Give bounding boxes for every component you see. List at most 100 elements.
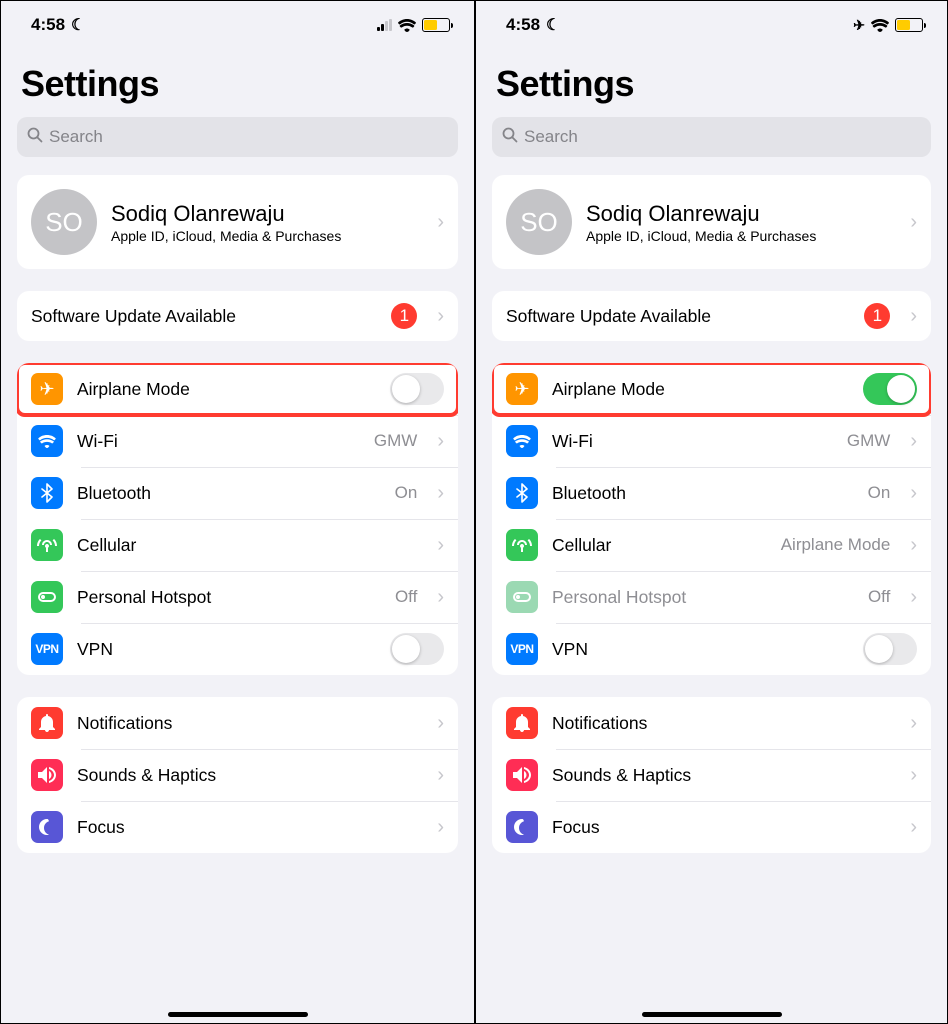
chevron-right-icon: › [910,586,917,609]
bluetooth-detail: On [868,483,891,503]
cellular-row[interactable]: Cellular Airplane Mode › [492,519,931,571]
cellular-label: Cellular [77,535,417,556]
airplane-icon: ✈ [31,373,63,405]
moon-icon [71,15,85,35]
chevron-right-icon: › [437,534,444,557]
airplane-mode-row[interactable]: ✈ Airplane Mode [17,363,458,415]
cellular-label: Cellular [552,535,767,556]
search-placeholder: Search [49,127,103,147]
wifi-detail: GMW [847,431,890,451]
bluetooth-label: Bluetooth [552,483,854,504]
chevron-right-icon: › [910,211,917,234]
chevron-right-icon: › [437,305,444,328]
battery-icon [422,18,450,32]
software-update-row[interactable]: Software Update Available 1 › [17,291,458,341]
search-input[interactable]: Search [492,117,931,157]
bluetooth-row[interactable]: Bluetooth On › [17,467,458,519]
battery-icon [895,18,923,32]
focus-label: Focus [552,817,890,838]
home-indicator[interactable] [168,1012,308,1017]
notifications-row[interactable]: Notifications › [17,697,458,749]
airplane-status-icon: ✈ [853,17,865,34]
airplane-label: Airplane Mode [552,379,849,400]
hotspot-label: Personal Hotspot [552,587,854,608]
search-icon [27,127,43,148]
search-input[interactable]: Search [17,117,458,157]
vpn-toggle[interactable] [390,633,444,665]
search-placeholder: Search [524,127,578,147]
update-badge: 1 [391,303,417,329]
airplane-toggle[interactable] [390,373,444,405]
vpn-label: VPN [77,639,376,660]
bluetooth-detail: On [395,483,418,503]
vpn-icon: VPN [506,633,538,665]
status-bar: 4:58 [1,1,474,49]
notifications-icon [506,707,538,739]
notifications-label: Notifications [77,713,417,734]
sounds-label: Sounds & Haptics [77,765,417,786]
avatar: SO [31,189,97,255]
software-update-label: Software Update Available [506,306,850,327]
wifi-icon [871,19,889,32]
focus-label: Focus [77,817,417,838]
software-update-label: Software Update Available [31,306,377,327]
focus-icon [31,811,63,843]
sounds-row[interactable]: Sounds & Haptics › [492,749,931,801]
chevron-right-icon: › [437,764,444,787]
status-bar: 4:58 ✈ [476,1,947,49]
airplane-toggle[interactable] [863,373,917,405]
chevron-right-icon: › [437,712,444,735]
notifications-icon [31,707,63,739]
notifications-row[interactable]: Notifications › [492,697,931,749]
hotspot-detail: Off [868,587,890,607]
chevron-right-icon: › [910,534,917,557]
hotspot-label: Personal Hotspot [77,587,381,608]
airplane-mode-row[interactable]: ✈ Airplane Mode [492,363,931,415]
settings-panel-right: 4:58 ✈ Settings Search SO Sodiq Olanrewa… [474,1,947,1023]
cellular-icon [506,529,538,561]
sounds-row[interactable]: Sounds & Haptics › [17,749,458,801]
hotspot-row[interactable]: Personal Hotspot Off › [17,571,458,623]
hotspot-detail: Off [395,587,417,607]
vpn-icon: VPN [31,633,63,665]
cellular-icon [31,529,63,561]
sounds-icon [31,759,63,791]
wifi-icon [398,19,416,32]
wifi-row[interactable]: Wi-Fi GMW › [492,415,931,467]
vpn-row[interactable]: VPN VPN [492,623,931,675]
chevron-right-icon: › [910,712,917,735]
home-indicator[interactable] [642,1012,782,1017]
profile-row[interactable]: SO Sodiq Olanrewaju Apple ID, iCloud, Me… [17,175,458,269]
chevron-right-icon: › [910,305,917,328]
chevron-right-icon: › [437,430,444,453]
chevron-right-icon: › [437,211,444,234]
chevron-right-icon: › [910,482,917,505]
search-icon [502,127,518,148]
chevron-right-icon: › [910,816,917,839]
moon-icon [546,15,560,35]
vpn-toggle[interactable] [863,633,917,665]
cellular-detail: Airplane Mode [781,535,891,555]
bluetooth-icon [506,477,538,509]
focus-row[interactable]: Focus › [17,801,458,853]
status-time: 4:58 [31,15,65,35]
bluetooth-label: Bluetooth [77,483,381,504]
page-title: Settings [496,63,927,105]
vpn-row[interactable]: VPN VPN [17,623,458,675]
focus-row[interactable]: Focus › [492,801,931,853]
wifi-settings-icon [506,425,538,457]
cellular-row[interactable]: Cellular › [17,519,458,571]
hotspot-icon [506,581,538,613]
hotspot-row[interactable]: Personal Hotspot Off › [492,571,931,623]
wifi-row[interactable]: Wi-Fi GMW › [17,415,458,467]
update-badge: 1 [864,303,890,329]
chevron-right-icon: › [910,430,917,453]
profile-row[interactable]: SO Sodiq Olanrewaju Apple ID, iCloud, Me… [492,175,931,269]
profile-subtitle: Apple ID, iCloud, Media & Purchases [586,228,890,244]
profile-name: Sodiq Olanrewaju [586,201,890,227]
chevron-right-icon: › [437,586,444,609]
software-update-row[interactable]: Software Update Available 1 › [492,291,931,341]
bluetooth-row[interactable]: Bluetooth On › [492,467,931,519]
sounds-label: Sounds & Haptics [552,765,890,786]
airplane-icon: ✈ [506,373,538,405]
